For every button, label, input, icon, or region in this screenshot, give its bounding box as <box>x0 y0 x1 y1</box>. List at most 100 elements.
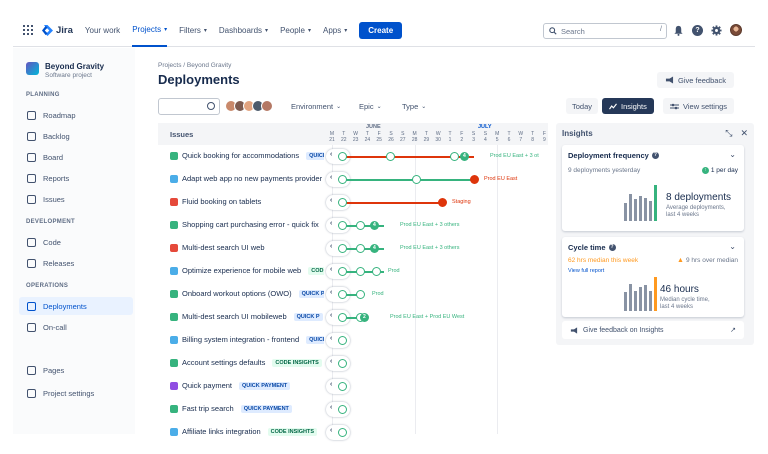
chevron-left-icon[interactable]: ‹ <box>330 335 332 342</box>
deployment-node[interactable] <box>356 221 365 230</box>
nav-item-apps[interactable]: Apps ▾ <box>323 14 347 47</box>
sidebar-item-deployments[interactable]: Deployments <box>19 297 133 315</box>
issue-row[interactable]: Shopping cart purchasing error - quick f… <box>158 214 548 237</box>
epic-filter-dropdown[interactable]: Epic ⌄ <box>359 102 382 111</box>
sidebar-item-reports[interactable]: Reports <box>19 169 133 187</box>
issue-row[interactable]: Optimize experience for mobile web COD ‹ Pr… <box>158 260 548 283</box>
issue-row[interactable]: Billing system integration - frontend QUI… <box>158 329 548 352</box>
environment-filter-dropdown[interactable]: Environment ⌄ <box>291 102 341 111</box>
insights-feedback-button[interactable]: Give feedback on Insights ↗ <box>562 321 744 339</box>
sidebar-item-releases[interactable]: Releases <box>19 254 133 272</box>
issue-row[interactable]: Multi-dest search UI web ‹ 4 Prod EU East +… <box>158 237 548 260</box>
chevron-left-icon[interactable]: ‹ <box>330 427 332 434</box>
issue-row[interactable]: Quick booking for accommodations QUICK ‹ 4 P… <box>158 145 548 168</box>
issue-row[interactable]: Affiliate links integration CODE INSIGHTS… <box>158 421 548 444</box>
deployment-node[interactable] <box>338 198 347 207</box>
issue-title[interactable]: Quick booking for accommodations <box>182 151 299 160</box>
chevron-left-icon[interactable]: ‹ <box>330 174 332 181</box>
breadcrumb[interactable]: Projects / Beyond Gravity <box>158 62 231 69</box>
chevron-left-icon[interactable]: ‹ <box>330 381 332 388</box>
deployment-node[interactable] <box>338 359 347 368</box>
issue-search-input[interactable] <box>158 98 220 115</box>
issue-title[interactable]: Account settings defaults <box>182 358 265 367</box>
deployment-node[interactable] <box>338 290 347 299</box>
chevron-left-icon[interactable]: ‹ <box>330 220 332 227</box>
sidebar-item-board[interactable]: Board <box>19 148 133 166</box>
deployment-node[interactable] <box>356 244 365 253</box>
issue-title[interactable]: Fluid booking on tablets <box>182 197 261 206</box>
deployment-node[interactable] <box>386 152 395 161</box>
issue-title[interactable]: Multi-dest search UI web <box>182 243 265 252</box>
failed-deployment-node[interactable] <box>470 175 479 184</box>
deployment-node[interactable] <box>338 336 347 345</box>
issue-title[interactable]: Affiliate links integration <box>182 427 261 436</box>
chevron-left-icon[interactable]: ‹ <box>330 289 332 296</box>
help-icon[interactable]: ? <box>692 24 703 36</box>
issue-title[interactable]: Onboard workout options (OWO) <box>182 289 292 298</box>
deployment-node[interactable] <box>338 313 347 322</box>
issue-title[interactable]: Optimize experience for mobile web <box>182 266 301 275</box>
assignee-avatar[interactable] <box>261 100 273 112</box>
chevron-left-icon[interactable]: ‹ <box>330 197 332 204</box>
sidebar-item-issues[interactable]: Issues <box>19 190 133 208</box>
jira-logo[interactable]: Jira <box>42 24 73 36</box>
issue-title[interactable]: Billing system integration - frontend <box>182 335 299 344</box>
issue-row[interactable]: Account settings defaults CODE INSIGHTS ‹ <box>158 352 548 375</box>
type-filter-dropdown[interactable]: Type ⌄ <box>402 102 426 111</box>
failed-deployment-node[interactable] <box>438 198 447 207</box>
sidebar-item-project-settings[interactable]: Project settings <box>19 384 133 402</box>
deployment-node[interactable] <box>338 267 347 276</box>
sidebar-item-code[interactable]: Code <box>19 233 133 251</box>
issue-row[interactable]: Quick payment QUICK PAYMENT ‹ <box>158 375 548 398</box>
deployment-count-pill[interactable]: 4 <box>370 221 379 230</box>
deployment-count-pill[interactable]: 4 <box>460 152 469 161</box>
app-switcher-icon[interactable] <box>23 25 33 35</box>
search-input[interactable]: Search / <box>543 23 667 39</box>
help-icon[interactable]: ? <box>651 152 659 159</box>
deployment-node[interactable] <box>372 267 381 276</box>
user-avatar[interactable] <box>730 24 742 36</box>
notifications-bell-icon[interactable] <box>673 25 684 36</box>
sidebar-item-on-call[interactable]: On-call <box>19 318 133 336</box>
nav-item-people[interactable]: People ▾ <box>280 14 311 47</box>
nav-item-filters[interactable]: Filters ▾ <box>179 14 207 47</box>
view-full-report-link[interactable]: View full report <box>568 268 604 274</box>
issue-title[interactable]: Quick payment <box>182 381 232 390</box>
issue-title[interactable]: Multi-dest search UI mobileweb <box>182 312 287 321</box>
help-icon[interactable]: ? <box>608 244 616 251</box>
nav-item-your-work[interactable]: Your work <box>85 14 120 47</box>
deployment-node[interactable] <box>450 152 459 161</box>
chevron-left-icon[interactable]: ‹ <box>330 243 332 250</box>
issue-row[interactable]: Fluid booking on tablets ‹ Staging <box>158 191 548 214</box>
deployment-node[interactable] <box>412 175 421 184</box>
close-icon[interactable]: ✕ <box>740 128 748 139</box>
deployment-count-pill[interactable]: 4 <box>370 244 379 253</box>
nav-item-projects[interactable]: Projects ▾ <box>132 14 168 47</box>
project-header[interactable]: Beyond Gravity Software project <box>26 62 135 79</box>
issue-row[interactable]: Multi-dest search UI mobileweb QUICK P ‹ 2 P… <box>158 306 548 329</box>
chevron-down-icon[interactable]: ⌄ <box>729 150 736 159</box>
create-button[interactable]: Create <box>359 21 403 39</box>
deployment-node[interactable] <box>356 290 365 299</box>
deployment-count-pill[interactable]: 2 <box>360 313 369 322</box>
chevron-left-icon[interactable]: ‹ <box>330 358 332 365</box>
insights-button[interactable]: Insights <box>602 98 654 114</box>
chevron-left-icon[interactable]: ‹ <box>330 151 332 158</box>
issue-title[interactable]: Adapt web app no new payments provider <box>182 174 322 183</box>
today-button[interactable]: Today <box>566 98 599 114</box>
settings-gear-icon[interactable] <box>711 24 722 36</box>
sidebar-item-pages[interactable]: Pages <box>19 361 133 379</box>
chevron-left-icon[interactable]: ‹ <box>330 266 332 273</box>
view-settings-button[interactable]: View settings <box>663 98 735 114</box>
issue-title[interactable]: Fast trip search <box>182 404 234 413</box>
sidebar-item-roadmap[interactable]: Roadmap <box>19 106 133 124</box>
chevron-left-icon[interactable]: ‹ <box>330 312 332 319</box>
issue-row[interactable]: Fast trip search QUICK PAYMENT ‹ <box>158 398 548 421</box>
issue-row[interactable]: Adapt web app no new payments provider ‹ P… <box>158 168 548 191</box>
deployment-node[interactable] <box>338 244 347 253</box>
deployment-node[interactable] <box>338 221 347 230</box>
refresh-icon[interactable]: ⤡ <box>725 128 732 139</box>
deployment-node[interactable] <box>356 267 365 276</box>
nav-item-dashboards[interactable]: Dashboards ▾ <box>219 14 268 47</box>
deployment-node[interactable] <box>338 382 347 391</box>
